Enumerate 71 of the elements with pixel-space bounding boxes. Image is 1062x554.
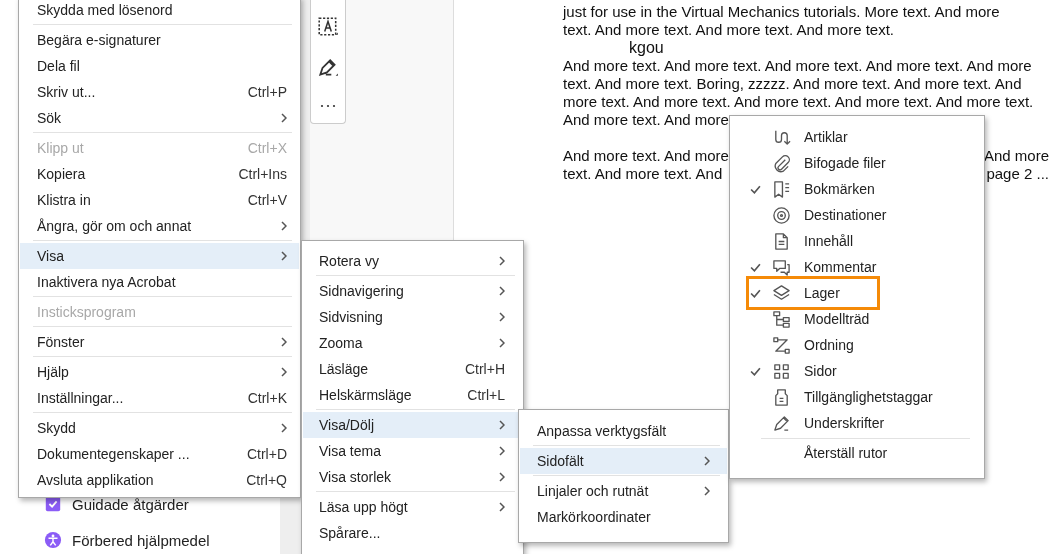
menu-item[interactable]: Visa storlek — [303, 464, 522, 490]
document-text: And more — [983, 147, 1049, 165]
menu-item[interactable]: Bifogade filer — [731, 150, 983, 176]
document-text: more text. And more text. And more text. And more text. And more text. — [563, 93, 1034, 111]
document-text: And more text. And more — [563, 111, 729, 129]
target-icon — [772, 205, 791, 225]
menu-item[interactable]: Dokumentegenskaper ... Ctrl+D — [20, 441, 299, 467]
menu-item[interactable]: Hjälp — [20, 359, 299, 385]
document-text: just for use in the Virtual Mechanics tutorials. More text. And more — [563, 3, 1000, 21]
text-select-icon[interactable] — [317, 16, 339, 38]
menu-item[interactable]: Anpassa verktygsfält — [520, 418, 727, 444]
tree-icon — [772, 309, 791, 329]
more-icon[interactable] — [320, 104, 336, 108]
menu-item[interactable]: Linjaler och rutnät — [520, 478, 727, 504]
menu-item[interactable]: Återställ rutor — [731, 440, 983, 466]
flow-icon — [772, 335, 791, 355]
menu-item[interactable]: Inaktivera nya Acrobat — [20, 269, 299, 295]
document-text: page 2 ... — [986, 165, 1049, 183]
menu-item[interactable]: Klistra in Ctrl+V — [20, 187, 299, 213]
tag-icon — [772, 387, 791, 407]
document-text: And more text. And more — [563, 147, 729, 165]
menu-item[interactable]: Läsa upp högt — [303, 494, 522, 520]
menu-item[interactable]: Sidor — [731, 358, 983, 384]
menu-item[interactable]: Visa tema — [303, 438, 522, 464]
layers-icon — [772, 283, 791, 303]
menu-item[interactable]: Modellträd — [731, 306, 983, 332]
paperclip-icon — [772, 153, 791, 173]
pen-icon[interactable] — [317, 57, 339, 79]
menu-item[interactable]: Kopiera Ctrl+Ins — [20, 161, 299, 187]
menu-item[interactable]: Begära e-signaturer — [20, 27, 299, 53]
menu-item[interactable]: Avsluta applikation Ctrl+Q — [20, 467, 299, 493]
menu-item[interactable]: Skydd — [20, 415, 299, 441]
menu-item[interactable]: Bokmärken — [731, 176, 983, 202]
tool-label[interactable]: Förbered hjälpmedel — [72, 531, 210, 549]
menu-item[interactable]: Sidvisning — [303, 304, 522, 330]
tool-label[interactable]: Guidade åtgärder — [72, 495, 189, 513]
menu-item[interactable]: Ångra, gör om och annat — [20, 213, 299, 239]
menu-item[interactable]: Markörkoordinater — [520, 504, 727, 530]
menu-item[interactable]: Fönster — [20, 329, 299, 355]
overlay-text: kgou — [629, 39, 664, 57]
menu-item[interactable]: Innehåll — [731, 228, 983, 254]
accessibility-icon — [44, 531, 62, 549]
document-text: And more text. And more text. And more text. And more text. And more — [563, 57, 1032, 75]
menu-item[interactable]: Tillgänglighetstaggar — [731, 384, 983, 410]
menu-item[interactable]: Sök — [20, 105, 299, 131]
bookmark-icon — [772, 179, 791, 199]
menu-item[interactable]: Spårare... — [303, 520, 522, 546]
document-text: text. And more text. And — [563, 165, 723, 183]
menu-item[interactable]: Läsläge Ctrl+H — [303, 356, 522, 382]
menu-item[interactable]: Helskärmsläge Ctrl+L — [303, 382, 522, 408]
document-text: text. And more text. And more text. And more text. — [563, 21, 894, 39]
menu-item[interactable]: Underskrifter — [731, 410, 983, 436]
pen-icon — [772, 413, 791, 433]
menu-item[interactable]: Sidnavigering — [303, 278, 522, 304]
menu-item[interactable]: Sidofält — [520, 448, 727, 474]
menu-item[interactable]: Skydda med lösenord — [20, 0, 299, 23]
menu-item[interactable]: Ordning — [731, 332, 983, 358]
menu-item[interactable]: Skriv ut... Ctrl+P — [20, 79, 299, 105]
menu-item[interactable]: Kommentar — [731, 254, 983, 280]
document-icon — [772, 231, 791, 251]
menu-item[interactable]: Artiklar — [731, 124, 983, 150]
document-text: text. And more text. Boring, zzzzz. And more text. And more text. And — [563, 75, 1022, 93]
menu-item[interactable]: Rotera vy — [303, 248, 522, 274]
menu-item[interactable]: Lager — [731, 280, 983, 306]
menu-item[interactable]: Visa — [20, 243, 299, 269]
menu-item[interactable]: Destinationer — [731, 202, 983, 228]
comments-icon — [772, 257, 791, 277]
menu-item[interactable]: Dela fil — [20, 53, 299, 79]
grid-icon — [772, 361, 791, 381]
menu-item[interactable]: Inställningar... Ctrl+K — [20, 385, 299, 411]
menu-item[interactable]: Zooma — [303, 330, 522, 356]
